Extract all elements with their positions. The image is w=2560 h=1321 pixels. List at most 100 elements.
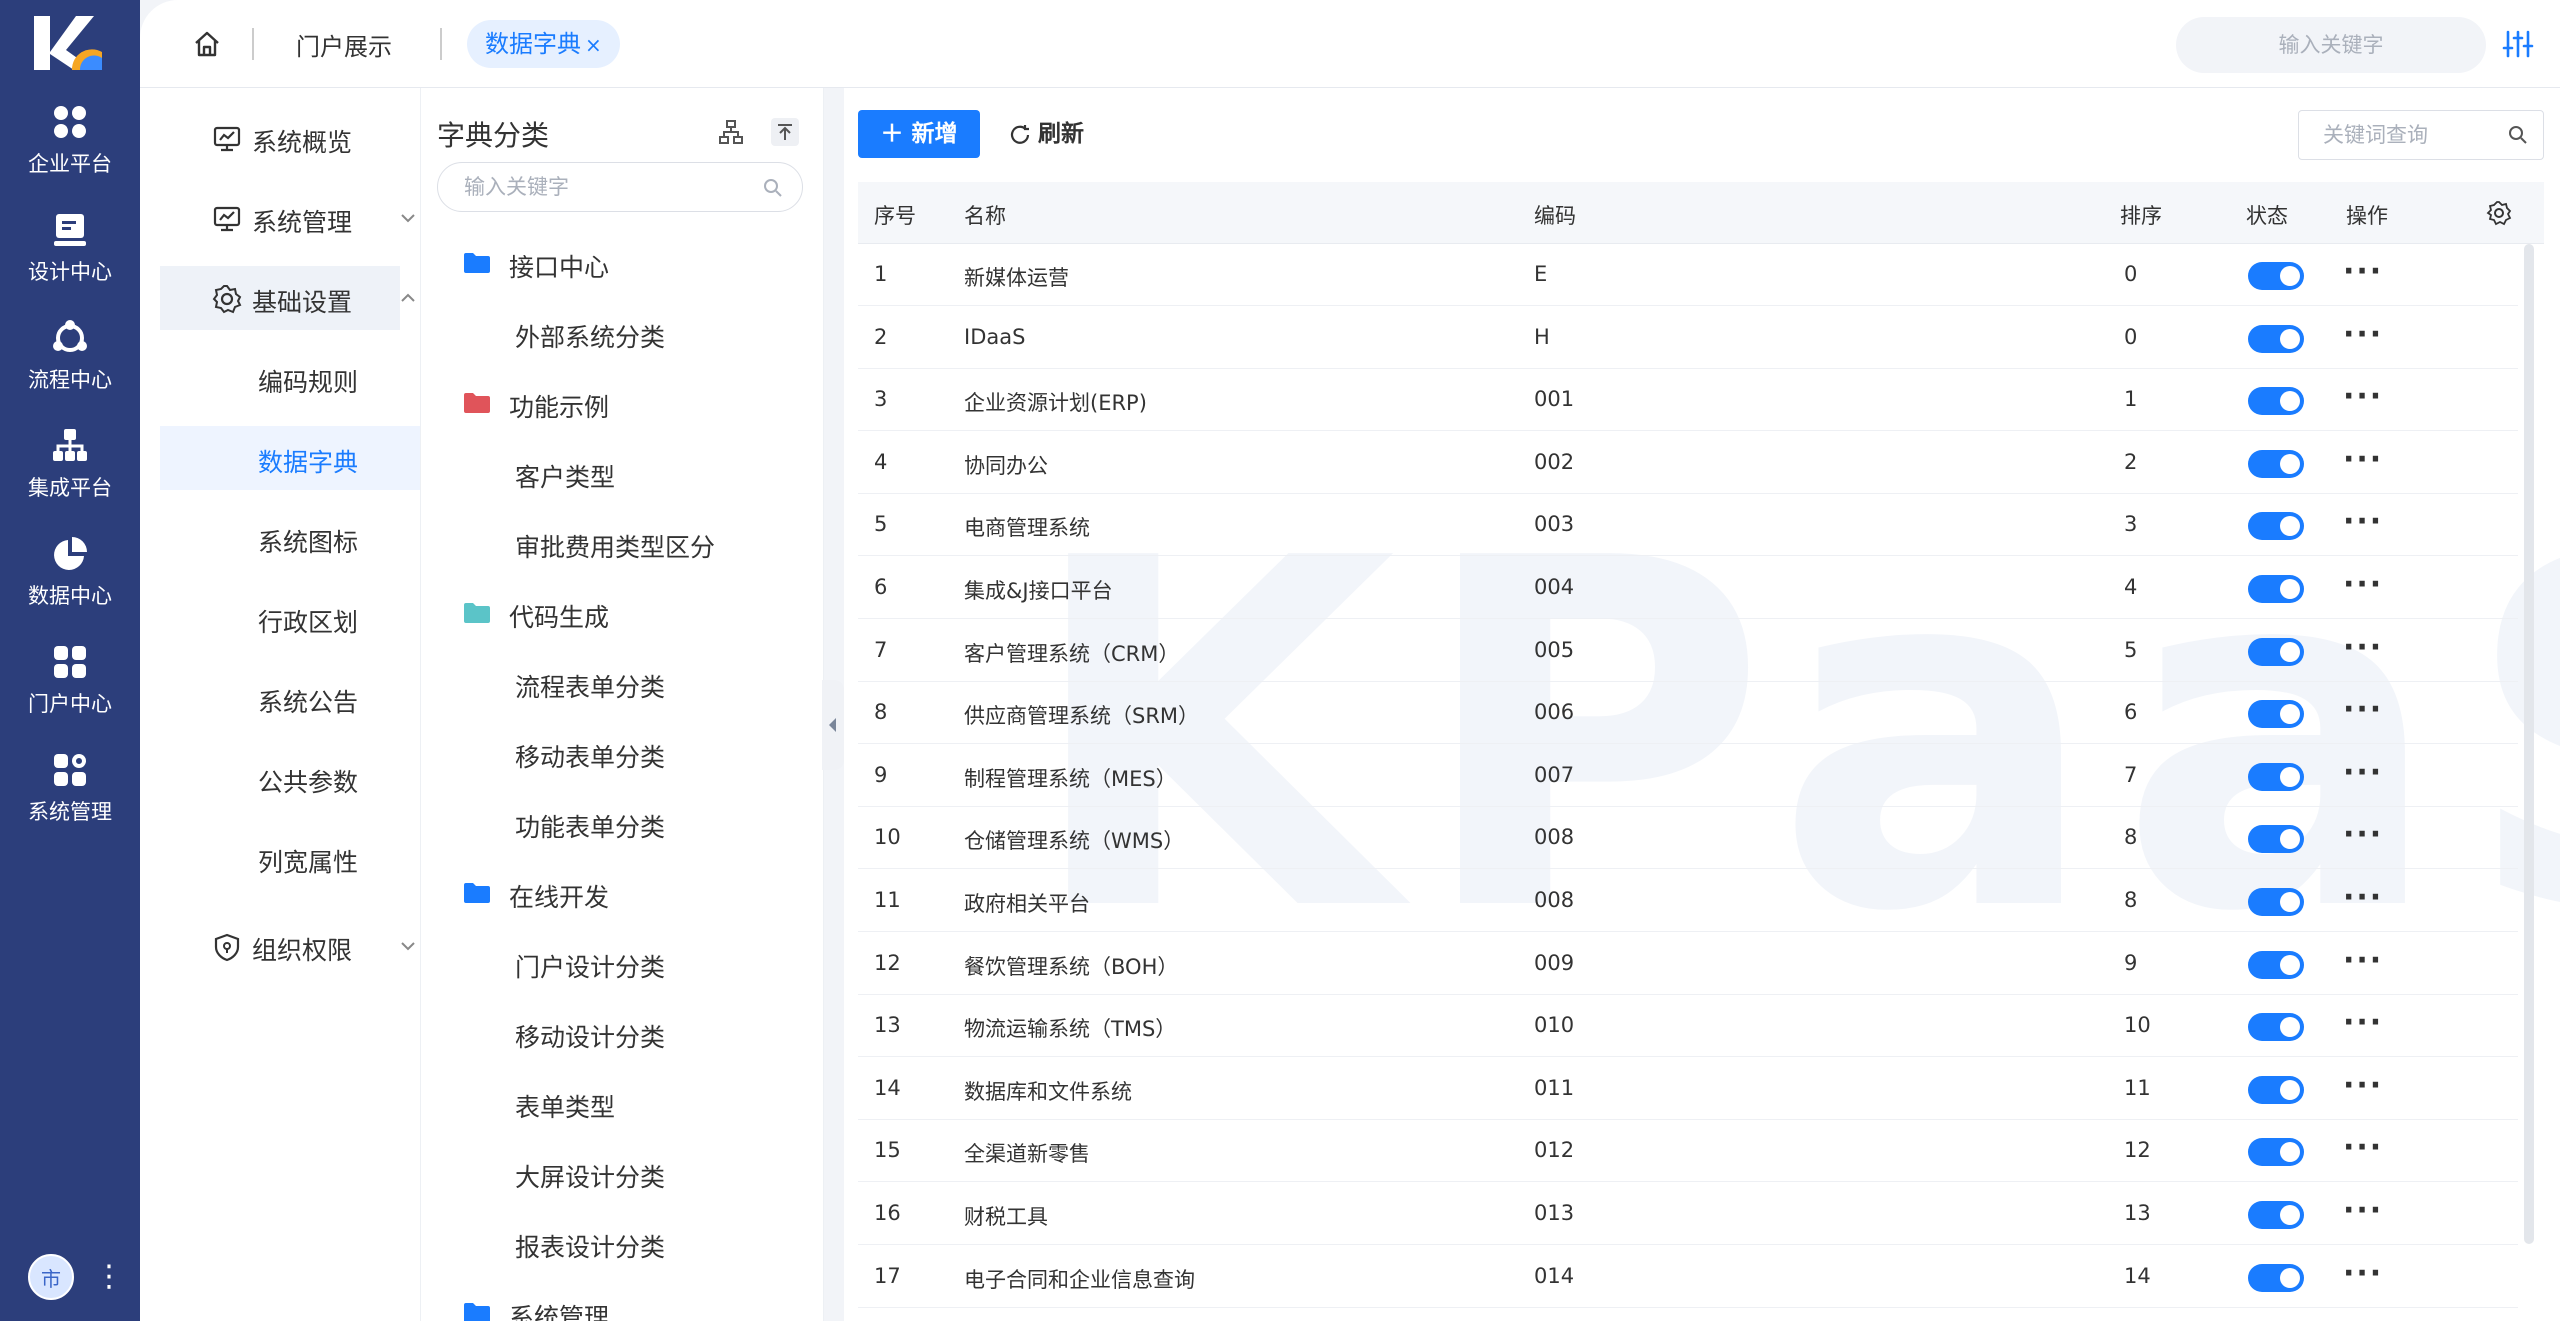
more-actions-icon[interactable]: ··· — [2343, 692, 2383, 727]
category-folder[interactable]: 接口中心 — [421, 238, 823, 288]
status-toggle[interactable] — [2248, 888, 2304, 916]
table-row[interactable]: 6 集成&J接口平台 004 4 ··· — [858, 557, 2518, 619]
close-icon[interactable]: × — [585, 33, 602, 57]
status-toggle[interactable] — [2248, 825, 2304, 854]
tab-data-dictionary[interactable]: 数据字典 × — [467, 20, 620, 68]
more-actions-icon[interactable]: ··· — [2343, 504, 2383, 539]
sidebar-group-system-overview[interactable]: 系统概览 — [160, 106, 400, 170]
category-folder[interactable]: 代码生成 — [421, 588, 823, 638]
sidebar-subitem-2[interactable]: 数据字典 — [160, 426, 420, 490]
rail-item-2[interactable]: 设计中心 — [0, 210, 140, 310]
table-row[interactable]: 4 协同办公 002 2 ··· — [858, 432, 2518, 494]
category-folder[interactable]: 在线开发 — [421, 868, 823, 918]
rail-item-5[interactable]: 数据中心 — [0, 534, 140, 634]
sliders-icon[interactable] — [2502, 28, 2534, 60]
category-item[interactable]: 大屏设计分类 — [421, 1148, 823, 1198]
category-item[interactable]: 流程表单分类 — [421, 658, 823, 708]
sidebar-subitem-3[interactable]: 系统图标 — [160, 506, 420, 570]
status-toggle[interactable] — [2248, 1201, 2304, 1229]
table-row[interactable]: 1 新媒体运营 E 0 ··· — [858, 244, 2518, 306]
table-row[interactable]: 10 仓储管理系统（WMS） 008 8 ··· — [858, 807, 2518, 870]
more-actions-icon[interactable]: ··· — [2343, 817, 2383, 852]
tree-structure-icon[interactable] — [717, 118, 745, 146]
column-header-name[interactable]: 名称 — [964, 200, 1006, 230]
sidebar-subitem-6[interactable]: 公共参数 — [160, 746, 420, 810]
more-actions-icon[interactable]: ··· — [2343, 1068, 2383, 1103]
status-toggle[interactable] — [2248, 1263, 2304, 1292]
category-item[interactable]: 报表设计分类 — [421, 1218, 823, 1268]
table-row[interactable]: 5 电商管理系统 003 3 ··· — [858, 494, 2518, 557]
status-toggle[interactable] — [2248, 512, 2304, 541]
status-toggle[interactable] — [2248, 387, 2304, 416]
more-actions-icon[interactable]: ··· — [2343, 1193, 2383, 1228]
keyword-search-input[interactable]: 关键词查询 — [2298, 110, 2544, 160]
category-item[interactable]: 功能表单分类 — [421, 798, 823, 848]
column-settings-icon[interactable] — [2486, 200, 2512, 226]
sidebar-subitem-1[interactable]: 编码规则 — [160, 346, 420, 410]
more-actions-icon[interactable]: ··· — [2343, 442, 2383, 477]
status-toggle[interactable] — [2248, 262, 2304, 290]
category-folder[interactable]: 功能示例 — [421, 378, 823, 428]
table-row[interactable]: 2 IDaaS H 0 ··· — [858, 307, 2518, 369]
more-actions-icon[interactable]: ··· — [2343, 630, 2383, 665]
tab-portal-display[interactable]: 门户展示 — [296, 27, 392, 62]
status-toggle[interactable] — [2248, 449, 2304, 478]
status-toggle[interactable] — [2248, 1075, 2304, 1104]
panel-collapse-handle[interactable] — [822, 680, 844, 770]
more-actions-icon[interactable]: ··· — [2343, 880, 2383, 915]
table-row[interactable]: 17 电子合同和企业信息查询 014 14 ··· — [858, 1246, 2518, 1308]
table-row[interactable]: 12 餐饮管理系统（BOH） 009 9 ··· — [858, 933, 2518, 995]
more-actions-icon[interactable]: ··· — [2343, 1256, 2383, 1291]
add-button[interactable]: ＋ 新增 — [858, 110, 980, 158]
status-toggle[interactable] — [2248, 762, 2304, 791]
rail-item-6[interactable]: 门户中心 — [0, 642, 140, 742]
category-item[interactable]: 门户设计分类 — [421, 938, 823, 988]
sidebar-subitem-4[interactable]: 行政区划 — [160, 586, 420, 650]
rail-item-3[interactable]: 流程中心 — [0, 318, 140, 418]
table-row[interactable]: 8 供应商管理系统（SRM） 006 6 ··· — [858, 682, 2518, 745]
status-toggle[interactable] — [2248, 950, 2304, 979]
table-row[interactable]: 16 财税工具 013 13 ··· — [858, 1183, 2518, 1245]
more-actions-icon[interactable]: ··· — [2343, 254, 2383, 289]
table-row[interactable]: 15 全渠道新零售 012 12 ··· — [858, 1120, 2518, 1183]
category-item[interactable]: 移动表单分类 — [421, 728, 823, 778]
more-actions-icon[interactable]: ··· — [2343, 567, 2383, 602]
sidebar-subitem-7[interactable]: 列宽属性 — [160, 826, 420, 890]
status-toggle[interactable] — [2248, 575, 2304, 603]
more-actions-icon[interactable]: ··· — [2343, 1130, 2383, 1165]
status-toggle[interactable] — [2248, 637, 2304, 666]
global-search-input[interactable]: 输入关键字 — [2176, 17, 2486, 73]
more-vertical-icon[interactable]: ⋮ — [94, 1262, 124, 1292]
more-actions-icon[interactable]: ··· — [2343, 317, 2383, 352]
more-actions-icon[interactable]: ··· — [2343, 1005, 2383, 1040]
table-row[interactable]: 14 数据库和文件系统 011 11 ··· — [858, 1058, 2518, 1120]
collapse-top-icon[interactable] — [771, 118, 799, 146]
rail-item-4[interactable]: 集成平台 — [0, 426, 140, 526]
status-toggle[interactable] — [2248, 1138, 2304, 1167]
table-row[interactable]: 13 物流运输系统（TMS） 010 10 ··· — [858, 995, 2518, 1058]
more-actions-icon[interactable]: ··· — [2343, 379, 2383, 414]
category-item[interactable]: 移动设计分类 — [421, 1008, 823, 1058]
home-icon[interactable] — [192, 29, 222, 59]
sidebar-group-basic-settings[interactable]: 基础设置 — [160, 266, 415, 330]
category-item[interactable]: 表单类型 — [421, 1078, 823, 1128]
column-header-code[interactable]: 编码 — [1534, 200, 1576, 230]
table-scrollbar[interactable] — [2524, 244, 2534, 1244]
table-row[interactable]: 7 客户管理系统（CRM） 005 5 ··· — [858, 620, 2518, 682]
category-search-input[interactable]: 输入关键字 — [437, 162, 803, 212]
sidebar-group-org-permissions[interactable]: 组织权限 — [160, 914, 415, 978]
table-row[interactable]: 11 政府相关平台 008 8 ··· — [858, 870, 2518, 932]
table-row[interactable]: 9 制程管理系统（MES） 007 7 ··· — [858, 745, 2518, 807]
sidebar-subitem-5[interactable]: 系统公告 — [160, 666, 420, 730]
category-item[interactable]: 外部系统分类 — [421, 308, 823, 358]
status-toggle[interactable] — [2248, 1013, 2304, 1042]
table-row[interactable]: 3 企业资源计划(ERP) 001 1 ··· — [858, 369, 2518, 432]
category-folder[interactable]: 系统管理 — [421, 1288, 823, 1321]
more-actions-icon[interactable]: ··· — [2343, 755, 2383, 790]
sidebar-group-system-management[interactable]: 系统管理 — [160, 186, 415, 250]
status-toggle[interactable] — [2248, 700, 2304, 729]
column-header-sort[interactable]: 排序 — [2120, 200, 2162, 230]
more-actions-icon[interactable]: ··· — [2343, 943, 2383, 978]
user-avatar[interactable]: 市 — [28, 1254, 74, 1300]
rail-item-7[interactable]: 系统管理 — [0, 750, 140, 850]
